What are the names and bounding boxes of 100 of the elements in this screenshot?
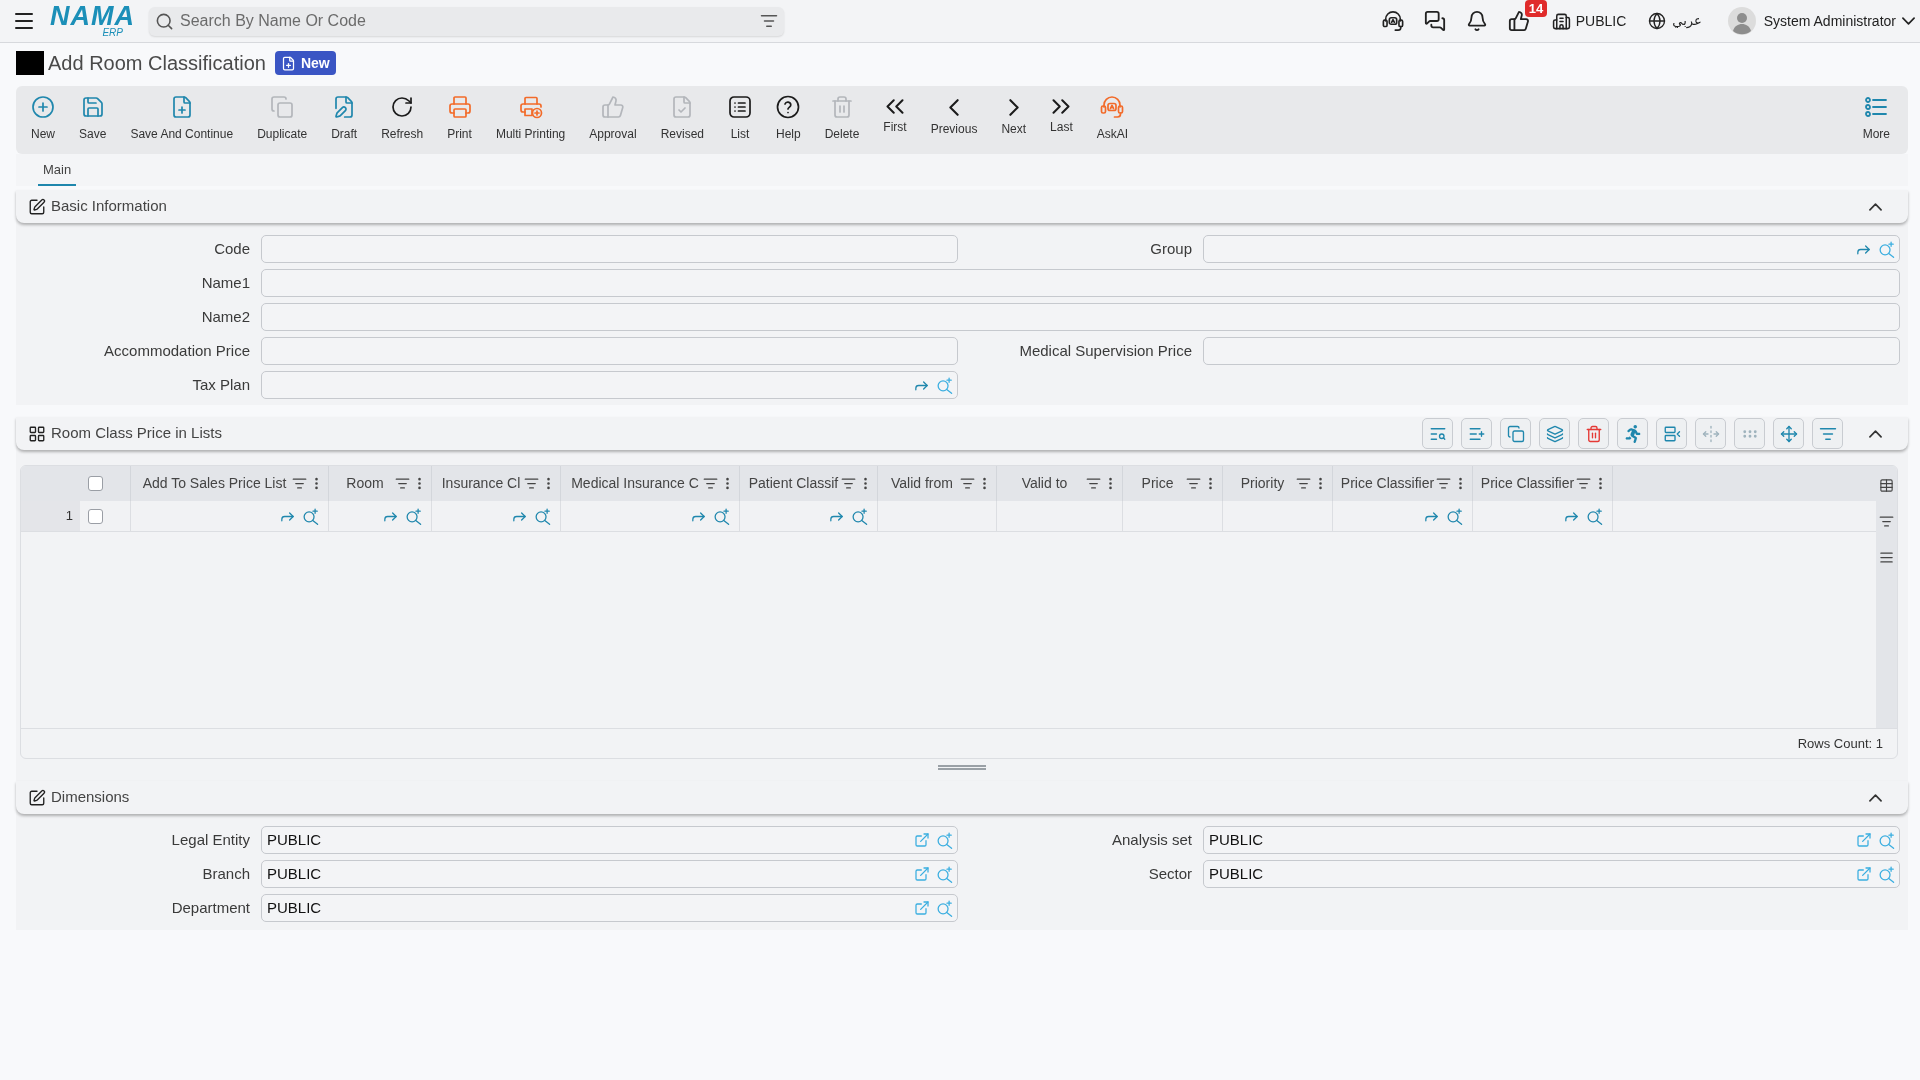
search-plus-icon[interactable] bbox=[1586, 507, 1603, 525]
filter-icon[interactable] bbox=[395, 476, 410, 491]
filter-icon[interactable] bbox=[1296, 476, 1311, 491]
filter-icon[interactable] bbox=[760, 12, 778, 30]
grid-tool-button[interactable] bbox=[1812, 418, 1843, 449]
filter-icon[interactable] bbox=[960, 476, 975, 491]
toolbar-button[interactable]: Last bbox=[1050, 95, 1073, 141]
column-header[interactable]: Valid to bbox=[1003, 473, 1086, 494]
checkbox[interactable] bbox=[88, 476, 103, 491]
input-field[interactable]: PUBLIC bbox=[1203, 826, 1900, 854]
table-icon[interactable] bbox=[1879, 478, 1894, 493]
external-link-icon[interactable] bbox=[914, 832, 930, 848]
toolbar-button[interactable]: Multi Printing bbox=[495, 95, 566, 141]
column-header[interactable]: Valid from bbox=[884, 473, 960, 494]
filter-icon[interactable] bbox=[524, 476, 539, 491]
toolbar-button[interactable]: List bbox=[728, 95, 752, 141]
input-field[interactable] bbox=[261, 235, 958, 263]
list-icon bbox=[1864, 95, 1889, 119]
column-header[interactable]: Priority bbox=[1229, 473, 1296, 494]
search-plus-icon[interactable] bbox=[851, 507, 868, 525]
search-plus-icon[interactable] bbox=[1446, 507, 1463, 525]
input-field[interactable]: PUBLIC bbox=[1203, 860, 1900, 888]
toolbar-button[interactable]: First bbox=[883, 95, 907, 141]
external-link-icon[interactable] bbox=[1856, 866, 1872, 882]
bell-icon[interactable] bbox=[1465, 10, 1488, 32]
search-plus-icon[interactable] bbox=[1878, 865, 1895, 883]
filter-icon[interactable] bbox=[703, 476, 718, 491]
search-plus-icon[interactable] bbox=[1878, 240, 1895, 258]
input-field[interactable] bbox=[261, 371, 958, 399]
toolbar-button[interactable]: Save And Continue bbox=[130, 95, 234, 141]
toolbar-button[interactable]: More bbox=[1862, 95, 1890, 141]
input-field[interactable]: PUBLIC bbox=[261, 894, 958, 922]
chevron-up-icon[interactable] bbox=[1869, 793, 1882, 802]
external-link-icon[interactable] bbox=[1856, 832, 1872, 848]
grid-tool-button[interactable] bbox=[1617, 418, 1648, 449]
search-plus-icon[interactable] bbox=[936, 899, 953, 917]
headset-icon[interactable] bbox=[1381, 10, 1404, 32]
input-field[interactable] bbox=[1203, 337, 1900, 365]
resize-handle[interactable] bbox=[938, 765, 986, 770]
search-plus-icon[interactable] bbox=[405, 507, 422, 525]
column-header[interactable]: Price Classifier bbox=[1339, 473, 1436, 494]
search-plus-icon[interactable] bbox=[936, 831, 953, 849]
tab[interactable]: Main bbox=[38, 159, 77, 186]
toolbar-button[interactable]: Refresh bbox=[381, 95, 424, 141]
toolbar-button[interactable]: Draft bbox=[331, 95, 358, 141]
column-header[interactable]: Insurance Cl bbox=[438, 473, 524, 494]
input-field[interactable]: PUBLIC bbox=[261, 826, 958, 854]
language-switcher[interactable]: عربي bbox=[1648, 11, 1702, 31]
checkbox[interactable] bbox=[88, 508, 103, 524]
input-field[interactable] bbox=[1203, 235, 1900, 263]
thumbs-up-icon[interactable] bbox=[1507, 10, 1530, 32]
filter-icon[interactable] bbox=[1086, 476, 1101, 491]
menu-icon[interactable] bbox=[1879, 550, 1894, 565]
filter-icon[interactable] bbox=[1186, 476, 1201, 491]
input-field[interactable] bbox=[261, 269, 1900, 297]
search-plus-icon[interactable] bbox=[936, 376, 953, 394]
toolbar-button[interactable]: Save bbox=[79, 95, 107, 141]
search-plus-icon[interactable] bbox=[302, 507, 319, 525]
filter-icon[interactable] bbox=[1436, 476, 1451, 491]
chat-bubbles-icon[interactable] bbox=[1423, 10, 1446, 32]
rows-count: Rows Count: 1 bbox=[1797, 734, 1883, 753]
column-header[interactable]: Add To Sales Price List bbox=[137, 473, 292, 494]
column-header[interactable]: Price Classifier bbox=[1479, 473, 1576, 494]
chevron-up-icon[interactable] bbox=[1869, 202, 1882, 211]
grid-tool-button[interactable] bbox=[1656, 418, 1687, 449]
filter-icon[interactable] bbox=[841, 476, 856, 491]
column-header[interactable]: Medical Insurance C bbox=[567, 473, 703, 494]
grid-tool-button[interactable] bbox=[1461, 418, 1492, 449]
toolbar-button[interactable]: Next bbox=[1001, 95, 1027, 141]
toolbar-button[interactable]: Print bbox=[447, 95, 472, 141]
search-plus-icon[interactable] bbox=[534, 507, 551, 525]
grid-tool-button[interactable] bbox=[1578, 418, 1609, 449]
input-field[interactable] bbox=[261, 337, 958, 365]
filter-icon[interactable] bbox=[1879, 514, 1894, 529]
user-menu[interactable]: System Administrator bbox=[1727, 7, 1915, 35]
input-field[interactable] bbox=[261, 303, 1900, 331]
chevron-up-icon[interactable] bbox=[1869, 429, 1882, 438]
section-title: Room Class Price in Lists bbox=[51, 423, 222, 444]
grid-tool-button[interactable] bbox=[1539, 418, 1570, 449]
search-field[interactable]: Search By Name Or Code bbox=[149, 6, 784, 36]
search-plus-icon[interactable] bbox=[936, 865, 953, 883]
external-link-icon[interactable] bbox=[914, 900, 930, 916]
filter-icon[interactable] bbox=[1576, 476, 1591, 491]
solid-square-icon bbox=[16, 51, 44, 75]
column-header[interactable]: Price bbox=[1129, 473, 1186, 494]
external-link-icon[interactable] bbox=[914, 866, 930, 882]
grid-tool-button[interactable] bbox=[1773, 418, 1804, 449]
toolbar-button[interactable]: AskAI bbox=[1096, 95, 1129, 141]
toolbar-button[interactable]: Previous bbox=[930, 95, 978, 141]
toolbar-button[interactable]: New bbox=[31, 95, 55, 141]
company-switcher[interactable]: PUBLIC bbox=[1551, 10, 1627, 32]
search-plus-icon[interactable] bbox=[1878, 831, 1895, 849]
input-field[interactable]: PUBLIC bbox=[261, 860, 958, 888]
grid-tool-button[interactable] bbox=[1422, 418, 1453, 449]
toolbar-button[interactable]: Help bbox=[776, 95, 801, 141]
column-header[interactable]: Room bbox=[335, 473, 395, 494]
filter-icon[interactable] bbox=[292, 476, 307, 491]
column-header[interactable]: Patient Classif bbox=[746, 473, 841, 494]
grid-tool-button[interactable] bbox=[1500, 418, 1531, 449]
search-plus-icon[interactable] bbox=[713, 507, 730, 525]
